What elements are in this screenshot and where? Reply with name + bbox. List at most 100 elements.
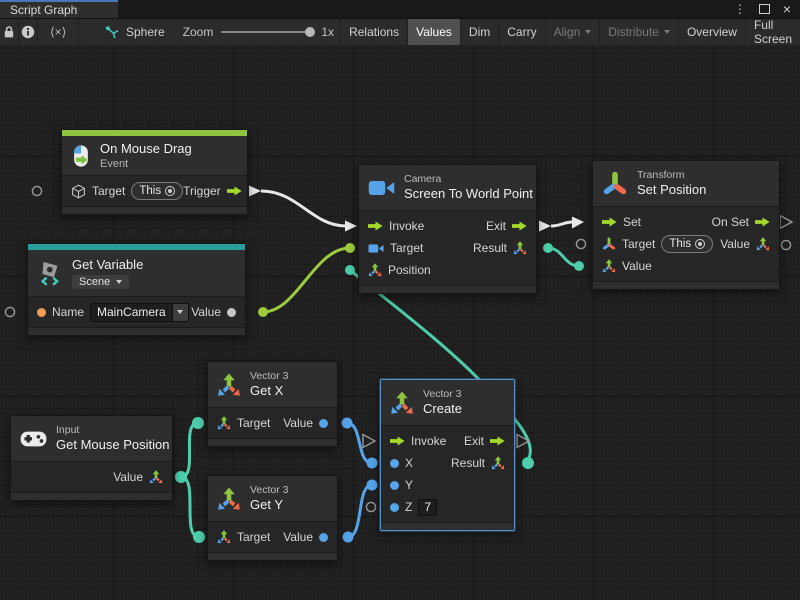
port-exit[interactable]: Exit [486, 219, 527, 233]
chevron-down-icon [585, 30, 591, 34]
port-position[interactable]: Position [368, 263, 431, 277]
node-footer [28, 327, 245, 335]
wire-result-to-transform-value[interactable] [548, 248, 579, 266]
unconnected-flow-indicator[interactable] [363, 435, 375, 448]
node-get-mouse-position[interactable]: Input Get Mouse Position Value [10, 415, 173, 501]
maximize-icon[interactable] [759, 4, 770, 14]
port-value[interactable]: Value [191, 305, 236, 319]
align-dropdown[interactable]: Align [545, 19, 600, 45]
port-set[interactable]: Set [602, 215, 641, 229]
port-dot [345, 243, 355, 253]
port-y[interactable]: Y [390, 478, 413, 492]
distribute-dropdown[interactable]: Distribute [599, 19, 678, 45]
port-trigger[interactable]: Trigger [183, 184, 242, 198]
unconnected-port-indicator[interactable] [32, 186, 41, 195]
toolbar-right-group: Relations Values Dim Carry Align Distrib… [340, 19, 800, 45]
port-x[interactable]: X [390, 456, 413, 470]
close-icon[interactable]: × [783, 2, 791, 16]
wire-trigger-to-invoke[interactable] [261, 191, 346, 226]
node-get-variable[interactable]: Get Variable Scene Name MainCamera [27, 243, 246, 336]
dim-button[interactable]: Dim [460, 19, 498, 45]
port-value-out[interactable]: Value [720, 237, 770, 251]
carry-label: Carry [507, 25, 536, 39]
unconnected-port-indicator[interactable] [781, 240, 790, 249]
overview-button[interactable]: Overview [678, 19, 745, 45]
lock-button[interactable] [0, 19, 19, 45]
unconnected-port-indicator[interactable] [576, 239, 585, 248]
wire-getx-to-x[interactable] [347, 423, 372, 463]
variable-scope-dropdown[interactable]: Scene [72, 275, 129, 289]
port-result[interactable]: Result [451, 456, 505, 470]
port-value[interactable]: Value [283, 416, 328, 430]
port-value-in[interactable]: Value [602, 259, 652, 273]
float-port-dot[interactable] [390, 481, 399, 490]
node-vector3-get-x[interactable]: Vector 3 Get X Target Value [207, 361, 338, 447]
this-target-button[interactable]: This [661, 235, 713, 253]
wire-variable-to-camera-target[interactable] [263, 248, 350, 312]
flow-arrow-icon [490, 436, 505, 446]
wire-mouseposition-to-gety[interactable] [181, 477, 199, 537]
object-port-dot[interactable] [227, 308, 236, 317]
variable-name-dropdown[interactable]: MainCamera [90, 303, 189, 322]
node-footer [359, 285, 536, 293]
port-invoke[interactable]: Invoke [368, 219, 424, 233]
dim-label: Dim [469, 25, 490, 39]
graph-canvas[interactable]: On Mouse Drag Event Target This T [0, 45, 800, 600]
relations-button[interactable]: Relations [340, 19, 407, 45]
node-screen-to-world-point[interactable]: Camera Screen To World Point Invoke Exit [358, 164, 537, 294]
unconnected-port-indicator[interactable] [5, 307, 14, 316]
float-port-dot[interactable] [319, 533, 328, 542]
graph-breadcrumb[interactable]: Sphere [93, 19, 177, 45]
port-on-set[interactable]: On Set [712, 215, 770, 229]
port-name[interactable]: Name MainCamera [37, 303, 189, 322]
zoom-slider[interactable] [221, 31, 313, 33]
carry-button[interactable]: Carry [498, 19, 544, 45]
port-target[interactable]: Target [217, 416, 270, 430]
node-vector3-get-y[interactable]: Vector 3 Get Y Target Value [207, 475, 338, 561]
port-exit[interactable]: Exit [464, 434, 505, 448]
node-header: Vector 3 Get Y [208, 476, 337, 522]
node-on-mouse-drag[interactable]: On Mouse Drag Event Target This T [61, 129, 248, 215]
values-button[interactable]: Values [407, 19, 460, 45]
port-result[interactable]: Result [473, 241, 527, 255]
port-target[interactable]: Target This [602, 235, 713, 253]
flow-arrow-icon [227, 186, 242, 196]
port-label: Exit [486, 219, 506, 233]
unconnected-port-indicator[interactable] [366, 502, 375, 511]
port-target[interactable]: Target This [71, 182, 183, 200]
port-label: Value [283, 530, 313, 544]
this-target-button[interactable]: This [131, 182, 183, 200]
float-port-dot[interactable] [390, 459, 399, 468]
port-target[interactable]: Target [368, 241, 423, 255]
menu-icon[interactable]: ⋮ [734, 3, 746, 15]
port-row: Name MainCamera Value [28, 301, 245, 323]
port-target[interactable]: Target [217, 530, 270, 544]
node-category: Vector 3 [250, 484, 289, 497]
unconnected-flow-indicator[interactable] [780, 216, 792, 229]
port-invoke[interactable]: Invoke [390, 434, 446, 448]
z-value-field[interactable]: 7 [418, 499, 437, 516]
float-port-dot[interactable] [319, 419, 328, 428]
port-value[interactable]: Value [283, 530, 328, 544]
code-preview-button[interactable]: ⟨×⟩ [38, 19, 79, 45]
node-category: Vector 3 [423, 388, 462, 401]
vector3-icon [491, 456, 505, 470]
node-set-position[interactable]: Transform Set Position Set On Set [592, 160, 780, 290]
wire-exit-to-set[interactable] [551, 222, 573, 226]
wire-arrowhead [572, 217, 584, 229]
info-button[interactable] [19, 19, 38, 45]
port-dot [342, 418, 353, 429]
port-z[interactable]: Z 7 [390, 499, 437, 516]
wire-mouseposition-to-getx[interactable] [181, 423, 198, 477]
port-dot [345, 265, 355, 275]
tab-script-graph[interactable]: Script Graph [0, 0, 118, 18]
port-label: Target [237, 530, 270, 544]
string-port-dot[interactable] [37, 308, 46, 317]
node-vector3-create[interactable]: Vector 3 Create Invoke Exit [380, 379, 515, 531]
float-port-dot[interactable] [390, 503, 399, 512]
vector3-icon [602, 259, 616, 273]
zoom-slider-knob[interactable] [305, 27, 315, 37]
full-screen-button[interactable]: Full Screen [745, 19, 800, 45]
port-row: Value [593, 255, 779, 277]
port-value[interactable]: Value [113, 470, 163, 484]
